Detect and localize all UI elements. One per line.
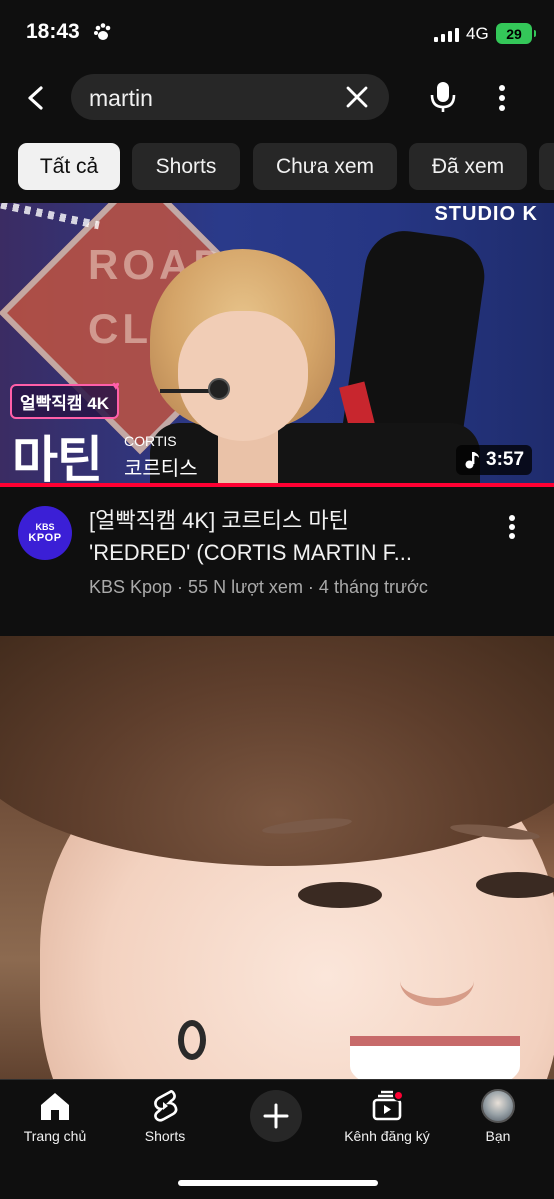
home-indicator: [178, 1180, 378, 1186]
video-title-line1: [얼빡직캠 4K] 코르티스 마틴: [89, 508, 349, 533]
earring: [178, 1020, 206, 1060]
back-button[interactable]: [16, 78, 56, 118]
duration-badge: 3:57: [456, 445, 533, 475]
home-icon: [35, 1088, 75, 1124]
channel-avatar[interactable]: KBS KPOP: [18, 506, 72, 560]
more-options-button[interactable]: [486, 78, 518, 118]
chip-shorts[interactable]: Shorts: [132, 143, 240, 190]
video-subtitle: KBS Kpop · 55 N lượt xem · 4 tháng trước: [89, 577, 428, 597]
battery-icon: 29: [496, 23, 536, 44]
search-header: martin: [0, 72, 554, 124]
chip-all[interactable]: Tất cả: [18, 143, 120, 190]
thumbnail-group-en: CORTIS: [124, 433, 177, 449]
subscriptions-icon: [367, 1088, 407, 1124]
search-input[interactable]: martin: [71, 74, 389, 120]
signal-icon: [434, 26, 459, 42]
status-bar: 18:43 4G 29: [0, 0, 554, 62]
music-note-icon: [465, 452, 479, 469]
video-title-line2: 'REDRED' (CORTIS MARTIN F...: [89, 540, 412, 565]
watch-progress-bar: [0, 483, 554, 487]
performer-face: [178, 311, 308, 441]
clear-search-button[interactable]: [343, 83, 371, 111]
headset-mic: [208, 378, 230, 400]
microphone-icon: [430, 82, 456, 112]
nav-home[interactable]: Trang chủ: [0, 1088, 110, 1148]
video-title[interactable]: [얼빡직캠 4K] 코르티스 마틴 'REDRED' (CORTIS MARTI…: [89, 505, 484, 569]
duration-text: 3:57: [486, 449, 525, 470]
chip-unwatched[interactable]: Chưa xem: [253, 143, 397, 190]
thumbnail-badge: 얼빡직캠 4K: [10, 384, 120, 419]
chip-more[interactable]: [539, 143, 554, 190]
chip-watched[interactable]: Đã xem: [409, 143, 527, 190]
plus-icon: [263, 1103, 289, 1129]
shorts-icon: [145, 1088, 185, 1124]
notification-dot: [393, 1090, 404, 1101]
nav-shorts[interactable]: Shorts: [110, 1088, 220, 1148]
filter-chips: Tất cả Shorts Chưa xem Đã xem: [18, 143, 554, 191]
status-time: 18:43: [26, 20, 80, 43]
close-icon: [346, 86, 368, 108]
studio-logo: STUDIO K: [434, 203, 538, 225]
nav-subscriptions[interactable]: Kênh đăng ký: [332, 1088, 442, 1148]
create-button[interactable]: [250, 1090, 302, 1142]
profile-avatar: [478, 1088, 518, 1124]
voice-search-button[interactable]: [422, 76, 464, 118]
search-query[interactable]: martin: [89, 85, 153, 112]
video-menu-button[interactable]: [500, 507, 524, 547]
vertical-dots-icon: [509, 515, 515, 539]
paw-icon: [93, 22, 113, 47]
vertical-dots-icon: [499, 85, 505, 111]
nav-you[interactable]: Bạn: [443, 1088, 553, 1148]
thumbnail-name: 마틴: [12, 432, 103, 488]
thumbnail-group-ko: 코르티스: [124, 458, 198, 480]
video-info: KBS KPOP [얼빡직캠 4K] 코르티스 마틴 'REDRED' (COR…: [0, 503, 554, 613]
network-type: 4G: [466, 24, 489, 43]
video-thumbnail-2[interactable]: [0, 636, 554, 1080]
back-arrow-icon: [28, 86, 43, 110]
heart-icon: ♥: [112, 378, 120, 393]
